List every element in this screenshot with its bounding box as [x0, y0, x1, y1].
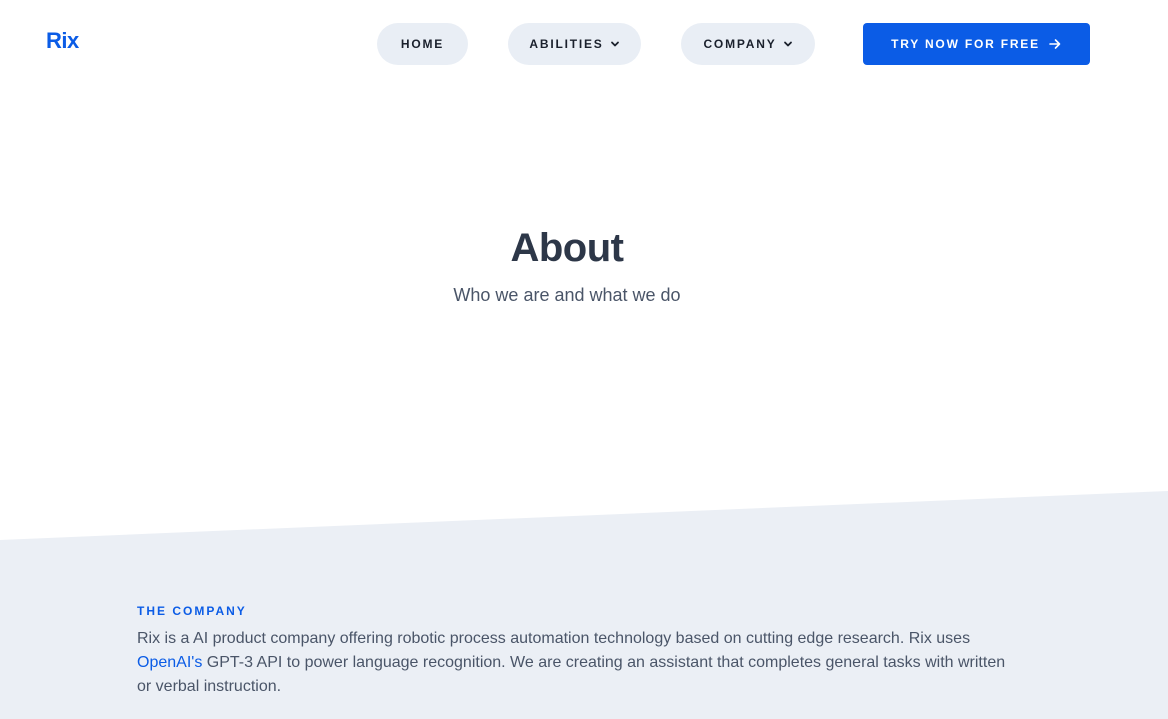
arrow-right-icon — [1048, 37, 1062, 51]
company-text-after: GPT-3 API to power language recognition.… — [137, 654, 1006, 695]
chevron-down-icon — [610, 39, 620, 49]
nav-home-button[interactable]: HOME — [377, 23, 468, 65]
nav-company-dropdown[interactable]: COMPANY — [681, 23, 815, 65]
page-title: About — [510, 226, 624, 270]
nav-abilities-label: ABILITIES — [529, 37, 604, 51]
chevron-down-icon — [783, 39, 793, 49]
try-now-button[interactable]: TRY NOW FOR FREE — [863, 23, 1090, 65]
logo-link[interactable]: Rix — [46, 28, 79, 54]
page: Rix HOME ABILITIES COMPANY TRY NOW FOR F… — [0, 0, 1168, 719]
nav-home-label: HOME — [400, 37, 445, 51]
nav-abilities-dropdown[interactable]: ABILITIES — [508, 23, 641, 65]
try-now-label: TRY NOW FOR FREE — [891, 37, 1040, 51]
section-eyebrow: THE COMPANY — [137, 604, 247, 618]
nav-company-label: COMPANY — [703, 37, 777, 51]
openai-link[interactable]: OpenAI's — [137, 654, 202, 671]
page-subtitle: Who we are and what we do — [453, 285, 681, 305]
company-description: Rix is a AI product company offering rob… — [137, 627, 1007, 699]
company-text-before: Rix is a AI product company offering rob… — [137, 630, 971, 647]
